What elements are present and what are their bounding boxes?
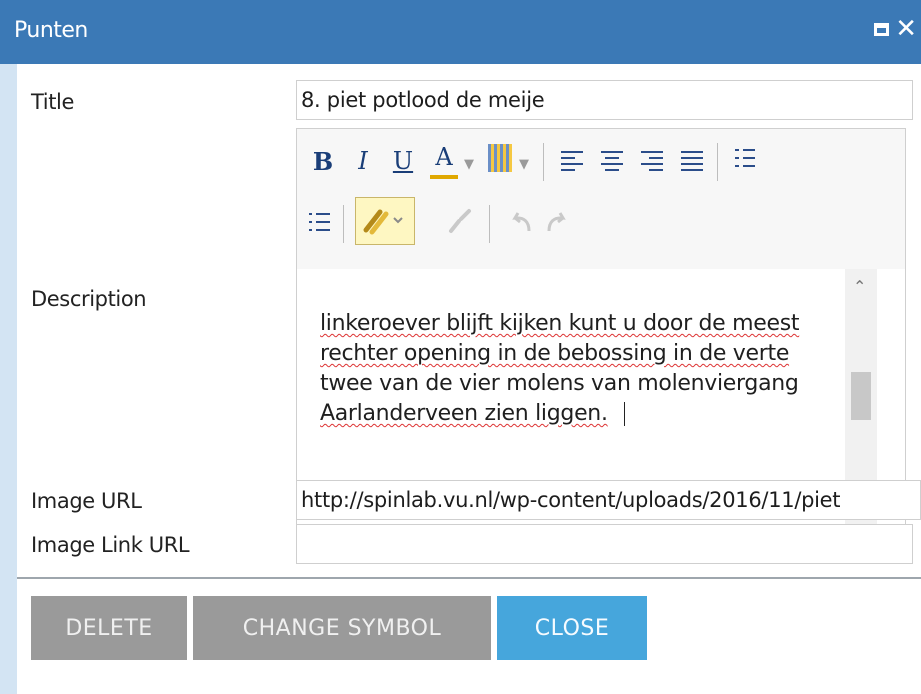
chevron-down-icon[interactable]: ▼ <box>519 157 529 172</box>
underline-button[interactable]: U <box>389 143 417 179</box>
description-label: Description <box>31 287 147 311</box>
close-button[interactable]: CLOSE <box>497 596 647 660</box>
description-text: linkeroever blijft kijken kunt u door de… <box>320 309 860 429</box>
toolbar-separator <box>717 143 718 181</box>
align-right-icon[interactable] <box>641 151 663 171</box>
toolbar-separator <box>489 205 490 243</box>
link-icon <box>363 209 403 235</box>
ordered-list-icon[interactable] <box>735 149 757 169</box>
insert-link-button[interactable] <box>355 197 415 245</box>
change-symbol-button[interactable]: CHANGE SYMBOL <box>193 596 491 660</box>
bold-button[interactable]: B <box>309 143 337 179</box>
font-color-button[interactable]: A <box>430 139 458 179</box>
dialog-titlebar[interactable]: Punten ✕ <box>0 0 921 64</box>
align-center-icon[interactable] <box>601 151 623 171</box>
image-link-url-input[interactable] <box>296 524 913 564</box>
dialog-content: Title 8. piet potlood de meije Descripti… <box>17 64 921 694</box>
highlight-color-icon[interactable] <box>488 144 512 172</box>
punten-dialog: Punten ✕ Title 8. piet potlood de meije … <box>0 0 921 694</box>
form-divider <box>17 577 921 579</box>
chevron-down-icon[interactable]: ▼ <box>464 157 474 172</box>
scroll-up-icon[interactable]: ⌃ <box>853 277 866 296</box>
align-justify-icon[interactable] <box>681 151 703 171</box>
image-url-input[interactable]: http://spinlab.vu.nl/wp-content/uploads/… <box>296 480 921 520</box>
close-icon[interactable]: ✕ <box>895 16 917 42</box>
image-link-url-label: Image Link URL <box>31 533 190 557</box>
image-url-label: Image URL <box>31 489 142 513</box>
delete-button[interactable]: DELETE <box>31 596 187 660</box>
text-cursor <box>623 402 625 426</box>
description-line: linkeroever blijft kijken kunt u door de… <box>320 311 800 336</box>
dialog-title: Punten <box>14 18 88 43</box>
title-label: Title <box>31 90 75 114</box>
description-line: rechter opening in de bebossing in de ve… <box>320 341 790 366</box>
description-line: twee van de vier molens van molenviergan… <box>320 371 799 396</box>
description-line: Aarlanderveen zien liggen. <box>320 399 860 429</box>
align-left-icon[interactable] <box>561 151 583 171</box>
description-editor: B I U A ▼ ▼ linkeroever blijft kijken ku… <box>296 128 906 526</box>
toolbar-separator <box>343 205 344 243</box>
maximize-icon[interactable] <box>874 22 890 36</box>
unordered-list-icon[interactable] <box>309 213 331 233</box>
italic-button[interactable]: I <box>349 143 377 179</box>
redo-icon[interactable] <box>543 209 571 237</box>
scroll-thumb[interactable] <box>851 372 871 420</box>
undo-icon[interactable] <box>507 209 535 237</box>
unlink-icon[interactable] <box>445 207 475 237</box>
title-input[interactable]: 8. piet potlood de meije <box>296 80 913 120</box>
toolbar-separator <box>543 143 544 181</box>
